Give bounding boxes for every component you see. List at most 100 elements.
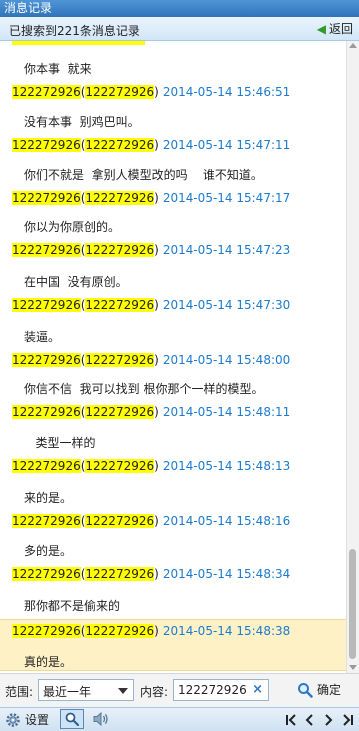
message-time: 2014-05-14 15:48:38 <box>162 624 291 638</box>
message-meta: 122272926(122272926) 2014-05-14 15:48:38 <box>12 624 291 638</box>
message-item[interactable]: 你本事 就来 122272926(122272926) 2014-05-14 15… <box>0 60 346 112</box>
message-list[interactable]: 你本事 就来 122272926(122272926) 2014-05-14 15… <box>0 41 346 673</box>
settings-button[interactable]: 设置 <box>5 710 49 730</box>
sender-nick: 122272926 <box>85 624 155 638</box>
message-time: 2014-05-14 15:48:34 <box>162 567 291 581</box>
content-label: 内容: <box>140 685 169 699</box>
message-meta: 122272926(122272926) 2014-05-14 15:46:51 <box>12 85 291 99</box>
sender-id: 122272926 <box>12 298 81 312</box>
window-title: 消息记录 <box>4 1 53 15</box>
message-meta: 122272926(122272926) 2014-05-14 15:47:11 <box>12 138 291 152</box>
gear-icon <box>6 713 20 727</box>
confirm-button[interactable]: 确定 <box>297 679 341 701</box>
sender-id: 122272926 <box>12 191 81 205</box>
scrollbar-thumb[interactable] <box>349 549 356 659</box>
previous-page-icon[interactable] <box>302 710 318 730</box>
message-item[interactable]: 类型一样的 122272926(122272926) 2014-05-14 15:… <box>0 434 346 486</box>
sender-id: 122272926 <box>12 405 81 419</box>
message-text: 没有本事 别鸡巴叫。 <box>24 115 140 129</box>
message-item-selected[interactable]: 122272926(122272926) 2014-05-14 15:48:38 … <box>0 619 346 671</box>
message-time: 2014-05-14 15:47:30 <box>162 298 291 312</box>
message-meta: 122272926(122272926) 2014-05-14 15:48:16 <box>12 514 291 528</box>
message-time: 2014-05-14 15:47:11 <box>162 138 291 152</box>
dropdown-arrow-icon <box>118 688 128 694</box>
sender-nick: 122272926 <box>85 85 155 99</box>
filter-bar: 范围: 最近一年 内容: 122272926 × 确定 <box>0 673 359 707</box>
sender-nick: 122272926 <box>85 353 155 367</box>
message-time: 2014-05-14 15:48:13 <box>162 459 291 473</box>
message-item[interactable]: 在中国 没有原创。 122272926(122272926) 2014-05-14… <box>0 273 346 325</box>
message-time: 2014-05-14 15:47:23 <box>162 243 291 257</box>
content-search-value: 122272926 <box>178 683 247 697</box>
message-time: 2014-05-14 15:48:11 <box>162 405 291 419</box>
message-text: 类型一样的 <box>24 436 96 450</box>
message-time: 2014-05-14 15:46:51 <box>162 85 291 99</box>
message-item[interactable]: 装逼。 122272926(122272926) 2014-05-14 15:48… <box>0 328 346 380</box>
search-toggle-button[interactable] <box>60 709 84 729</box>
sender-nick: 122272926 <box>85 459 155 473</box>
sender-nick: 122272926 <box>85 243 155 257</box>
message-text: 装逼。 <box>24 330 61 344</box>
first-page-icon[interactable] <box>283 710 299 730</box>
message-time: 2014-05-14 15:47:17 <box>162 191 291 205</box>
message-text: 你本事 就来 <box>24 62 92 76</box>
message-meta: 122272926(122272926) 2014-05-14 15:47:23 <box>12 243 291 257</box>
message-item[interactable]: 你们不就是 拿别人模型改的吗 谁不知道。 122272926(122272926… <box>0 166 346 218</box>
message-meta: 122272926(122272926) 2014-05-14 15:47:30 <box>12 298 291 312</box>
search-icon <box>65 712 79 726</box>
message-meta: 122272926(122272926) 2014-05-14 15:48:11 <box>12 405 291 419</box>
search-summary-bar: 已搜索到221条消息记录 ◀ 返回 <box>0 17 359 41</box>
next-page-icon[interactable] <box>320 710 336 730</box>
message-time: 2014-05-14 15:48:00 <box>162 353 291 367</box>
confirm-label: 确定 <box>317 683 342 697</box>
sender-nick: 122272926 <box>85 405 155 419</box>
message-text: 那你都不是偷来的 <box>24 599 121 613</box>
message-text: 来的是。 <box>24 491 73 505</box>
message-item[interactable]: 你信不信 我可以找到 根你那个一样的模型。 122272926(12227292… <box>0 380 346 432</box>
sender-id: 122272926 <box>12 459 81 473</box>
message-item[interactable]: 多的是。 122272926(122272926) 2014-05-14 15:4… <box>0 542 346 594</box>
message-item[interactable]: 你以为你原创的。 122272926(122272926) 2014-05-14 … <box>0 218 346 270</box>
message-text: 多的是。 <box>24 544 73 558</box>
settings-label: 设置 <box>25 713 50 727</box>
last-page-icon[interactable] <box>340 710 356 730</box>
sender-id: 122272926 <box>12 85 81 99</box>
message-item[interactable]: 没有本事 别鸡巴叫。 122272926(122272926) 2014-05-1… <box>0 113 346 165</box>
range-select[interactable]: 最近一年 <box>38 679 134 701</box>
message-text: 真的是。 <box>24 655 73 669</box>
scroll-up-arrow-icon[interactable] <box>349 43 357 48</box>
message-time: 2014-05-14 15:48:16 <box>162 514 291 528</box>
sender-nick: 122272926 <box>85 514 155 528</box>
message-meta: 122272926(122272926) 2014-05-14 15:48:13 <box>12 459 291 473</box>
sender-nick: 122272926 <box>85 138 155 152</box>
sender-id: 122272926 <box>12 567 81 581</box>
back-label: 返回 <box>328 22 353 36</box>
vertical-scrollbar[interactable] <box>346 41 359 673</box>
sender-nick: 122272926 <box>85 298 155 312</box>
scroll-down-arrow-icon[interactable] <box>349 665 357 670</box>
message-meta: 122272926(122272926) 2014-05-14 15:48:00 <box>12 353 291 367</box>
message-meta: 122272926(122272926) 2014-05-14 15:47:17 <box>12 191 291 205</box>
range-label: 范围: <box>5 685 34 699</box>
sender-id: 122272926 <box>12 243 81 257</box>
sender-id: 122272926 <box>12 624 81 638</box>
sender-id: 122272926 <box>12 514 81 528</box>
title-bar: 消息记录 <box>0 0 359 17</box>
speaker-icon[interactable] <box>92 710 110 728</box>
back-button[interactable]: ◀ 返回 <box>317 20 353 38</box>
bottom-toolbar: 设置 <box>0 707 359 731</box>
magnifier-icon <box>298 683 313 698</box>
message-text: 你信不信 我可以找到 根你那个一样的模型。 <box>24 382 264 396</box>
message-text: 在中国 没有原创。 <box>24 275 128 289</box>
range-value: 最近一年 <box>43 685 92 699</box>
sender-nick: 122272926 <box>85 567 155 581</box>
search-result-summary: 已搜索到221条消息记录 <box>9 24 140 38</box>
message-text: 你以为你原创的。 <box>24 220 121 234</box>
clear-icon[interactable]: × <box>252 682 263 697</box>
sender-id: 122272926 <box>12 353 81 367</box>
sender-nick: 122272926 <box>85 191 155 205</box>
sender-id: 122272926 <box>12 138 81 152</box>
message-text: 你们不就是 拿别人模型改的吗 谁不知道。 <box>24 168 263 182</box>
message-item[interactable]: 来的是。 122272926(122272926) 2014-05-14 15:4… <box>0 489 346 541</box>
content-search-input[interactable]: 122272926 × <box>173 679 269 701</box>
